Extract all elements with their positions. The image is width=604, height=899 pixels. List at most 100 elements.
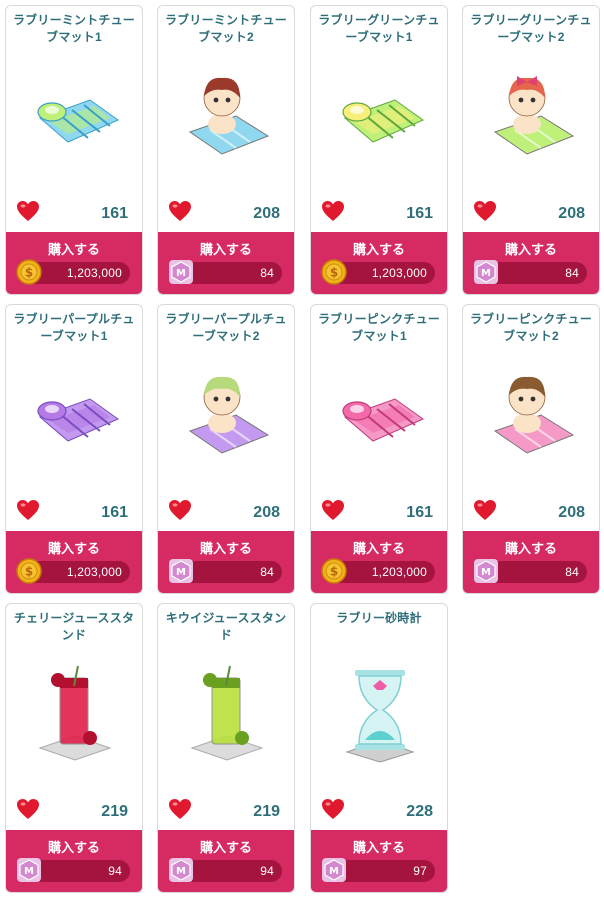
like-count: 219 [253,803,280,820]
heart-icon[interactable] [321,499,345,521]
buy-button-label: 購入する [47,840,100,855]
heart-icon[interactable] [16,499,40,521]
maple-point-gem-icon: M [168,857,194,883]
item-image[interactable] [172,357,282,467]
shop-item-card[interactable]: ラブリーミントチューブマット1 161 購入する $ 1,203,000 [5,5,143,295]
price-bar: M 97 [321,857,435,883]
item-image[interactable] [20,58,130,168]
shop-item-card[interactable]: ラブリーピンクチューブマット1 161 購入する $ 1,203,000 [310,304,448,594]
item-title: ラブリーミントチューブマット2 [164,13,287,44]
price-bar: M 84 [473,558,587,584]
buy-button[interactable]: 購入する $ 1,203,000 [311,531,447,593]
buy-button-label: 購入する [47,541,100,556]
heart-icon[interactable] [321,798,345,820]
svg-text:M: M [481,268,491,279]
like-count: 208 [558,205,585,222]
heart-icon[interactable] [473,499,497,521]
price-amount: 94 [108,864,122,878]
meso-coin-icon: $ [16,558,42,584]
item-title: ラブリーパープルチューブマット1 [13,312,135,343]
buy-button[interactable]: 購入する M 84 [463,531,599,593]
price-bar: $ 1,203,000 [16,259,130,285]
item-image[interactable] [20,357,130,467]
svg-text:$: $ [330,565,338,579]
price-amount: 1,203,000 [66,565,122,579]
price-amount: 1,203,000 [66,266,122,280]
item-image[interactable] [172,58,282,168]
maple-point-gem-icon: M [321,857,347,883]
price-bar: M 84 [168,558,282,584]
heart-icon[interactable] [321,200,345,222]
svg-text:M: M [481,567,491,578]
price-amount: 1,203,000 [371,565,427,579]
svg-text:$: $ [25,565,33,579]
maple-point-gem-icon: M [473,558,499,584]
heart-icon[interactable] [168,798,192,820]
maple-point-gem-icon: M [168,558,194,584]
heart-icon[interactable] [473,200,497,222]
shop-item-card[interactable]: チェリージューススタンド 219 購入する M 94 [5,603,143,893]
buy-button[interactable]: 購入する M 84 [158,531,294,593]
item-image[interactable] [325,656,435,766]
heart-icon[interactable] [16,798,40,820]
buy-button-label: 購入する [199,541,252,556]
meso-coin-icon: $ [16,259,42,285]
shop-item-card[interactable]: ラブリーグリーンチューブマット2 208 購入する M 84 [462,5,600,295]
maple-point-gem-icon: M [473,259,499,285]
svg-text:M: M [24,866,34,877]
item-title: ラブリーパープルチューブマット2 [165,312,287,343]
svg-text:$: $ [330,266,338,280]
like-count: 208 [253,205,280,222]
like-count: 208 [558,504,585,521]
price-amount: 84 [565,266,579,280]
buy-button-label: 購入する [504,242,557,257]
buy-button[interactable]: 購入する M 84 [463,232,599,294]
buy-button-label: 購入する [504,541,557,556]
maple-point-gem-icon: M [168,259,194,285]
buy-button-label: 購入する [352,840,405,855]
shop-item-card[interactable]: ラブリーピンクチューブマット2 208 購入する M 84 [462,304,600,594]
like-count: 228 [406,803,433,820]
shop-item-card[interactable]: ラブリーミントチューブマット2 208 購入する M 84 [157,5,295,295]
item-title: キウイジューススタンド [165,611,287,642]
buy-button[interactable]: 購入する M 97 [311,830,447,892]
heart-icon[interactable] [168,499,192,521]
buy-button[interactable]: 購入する M 94 [158,830,294,892]
buy-button[interactable]: 購入する $ 1,203,000 [6,531,142,593]
svg-text:M: M [176,866,186,877]
item-title: ラブリーグリーンチューブマット1 [318,13,440,44]
price-amount: 84 [260,266,274,280]
item-image[interactable] [325,357,435,467]
item-title: チェリージューススタンド [13,611,135,642]
heart-icon[interactable] [16,200,40,222]
shop-item-card[interactable]: ラブリーパープルチューブマット2 208 購入する M 84 [157,304,295,594]
item-image[interactable] [477,58,587,168]
buy-button[interactable]: 購入する $ 1,203,000 [311,232,447,294]
price-amount: 84 [260,565,274,579]
shop-item-card[interactable]: ラブリーパープルチューブマット1 161 購入する $ 1,203,000 [5,304,143,594]
buy-button[interactable]: 購入する M 94 [6,830,142,892]
buy-button-label: 購入する [352,242,405,257]
svg-text:M: M [329,866,339,877]
item-image[interactable] [172,656,282,766]
buy-button[interactable]: 購入する $ 1,203,000 [6,232,142,294]
item-image[interactable] [325,58,435,168]
like-count: 208 [253,504,280,521]
shop-item-card[interactable]: ラブリー砂時計 228 購入する M 97 [310,603,448,893]
item-title: ラブリー砂時計 [336,611,422,625]
svg-text:M: M [176,268,186,279]
item-image[interactable] [20,656,130,766]
shop-item-card[interactable]: ラブリーグリーンチューブマット1 161 購入する $ 1,203,000 [310,5,448,295]
shop-item-card[interactable]: キウイジューススタンド 219 購入する M 94 [157,603,295,893]
item-image[interactable] [477,357,587,467]
meso-coin-icon: $ [321,259,347,285]
like-count: 161 [101,205,128,222]
like-count: 161 [406,205,433,222]
price-amount: 94 [260,864,274,878]
price-bar: $ 1,203,000 [16,558,130,584]
price-bar: M 84 [168,259,282,285]
buy-button[interactable]: 購入する M 84 [158,232,294,294]
svg-text:$: $ [25,266,33,280]
price-amount: 84 [565,565,579,579]
heart-icon[interactable] [168,200,192,222]
